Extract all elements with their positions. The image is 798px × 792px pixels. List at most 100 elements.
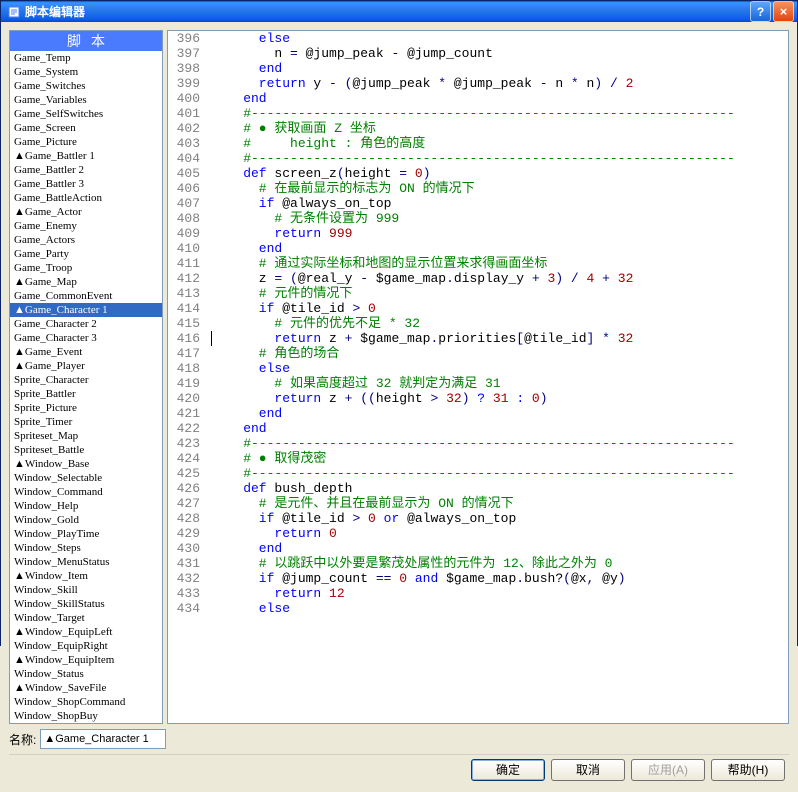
script-item[interactable]: ▲Game_Character 1 bbox=[10, 303, 162, 317]
code-line[interactable]: 421 end bbox=[168, 406, 788, 421]
script-item[interactable]: ▲Game_Event bbox=[10, 345, 162, 359]
script-item[interactable]: ▲Game_Actor bbox=[10, 205, 162, 219]
code-line[interactable]: 416 return z + $game_map.priorities[@til… bbox=[168, 331, 788, 346]
code-line[interactable]: 400 end bbox=[168, 91, 788, 106]
script-item[interactable]: Game_Character 2 bbox=[10, 317, 162, 331]
code-line[interactable]: 408 # 无条件设置为 999 bbox=[168, 211, 788, 226]
code-line[interactable]: 411 # 通过实际坐标和地图的显示位置来求得画面坐标 bbox=[168, 256, 788, 271]
code-line[interactable]: 429 return 0 bbox=[168, 526, 788, 541]
script-item[interactable]: Spriteset_Battle bbox=[10, 443, 162, 457]
code-line[interactable]: 422 end bbox=[168, 421, 788, 436]
script-item[interactable]: Window_SkillStatus bbox=[10, 597, 162, 611]
code-line[interactable]: 413 # 元件的情况下 bbox=[168, 286, 788, 301]
script-item[interactable]: Game_Switches bbox=[10, 79, 162, 93]
code-line[interactable]: 434 else bbox=[168, 601, 788, 616]
script-item[interactable]: Window_MenuStatus bbox=[10, 555, 162, 569]
script-item[interactable]: ▲Window_SaveFile bbox=[10, 681, 162, 695]
script-item[interactable]: Game_Party bbox=[10, 247, 162, 261]
script-item[interactable]: Game_Character 3 bbox=[10, 331, 162, 345]
script-item[interactable]: Window_Status bbox=[10, 667, 162, 681]
help-button[interactable]: ? bbox=[750, 1, 771, 22]
script-item[interactable]: ▲Game_Map bbox=[10, 275, 162, 289]
cancel-button[interactable]: 取消 bbox=[551, 759, 625, 781]
script-item[interactable]: Game_SelfSwitches bbox=[10, 107, 162, 121]
code-line[interactable]: 412 z = (@real_y - $game_map.display_y +… bbox=[168, 271, 788, 286]
code-line[interactable]: 409 return 999 bbox=[168, 226, 788, 241]
script-item[interactable]: Game_Enemy bbox=[10, 219, 162, 233]
script-item[interactable]: Window_Command bbox=[10, 485, 162, 499]
apply-button[interactable]: 应用(A) bbox=[631, 759, 705, 781]
code-line[interactable]: 401 #-----------------------------------… bbox=[168, 106, 788, 121]
script-item[interactable]: ▲Window_EquipLeft bbox=[10, 625, 162, 639]
script-item[interactable]: Window_Selectable bbox=[10, 471, 162, 485]
script-item[interactable]: Game_Actors bbox=[10, 233, 162, 247]
script-item[interactable]: Game_System bbox=[10, 65, 162, 79]
code-line[interactable]: 414 if @tile_id > 0 bbox=[168, 301, 788, 316]
code-line[interactable]: 418 else bbox=[168, 361, 788, 376]
script-list-header: 脚本 bbox=[10, 31, 162, 51]
code-line[interactable]: 396 else bbox=[168, 31, 788, 46]
code-line[interactable]: 404 #-----------------------------------… bbox=[168, 151, 788, 166]
code-editor[interactable]: 396 else397 n = @jump_peak - @jump_count… bbox=[167, 30, 789, 724]
code-line[interactable]: 407 if @always_on_top bbox=[168, 196, 788, 211]
script-item[interactable]: Window_ShopBuy bbox=[10, 709, 162, 723]
code-text: if @always_on_top bbox=[212, 196, 788, 211]
code-line[interactable]: 402 # ● 获取画面 Z 坐标 bbox=[168, 121, 788, 136]
script-item[interactable]: ▲Window_Base bbox=[10, 457, 162, 471]
script-list[interactable]: Game_TempGame_SystemGame_SwitchesGame_Va… bbox=[10, 51, 162, 723]
script-item[interactable]: Game_Picture bbox=[10, 135, 162, 149]
code-line[interactable]: 405 def screen_z(height = 0) bbox=[168, 166, 788, 181]
script-item[interactable]: Game_CommonEvent bbox=[10, 289, 162, 303]
code-line[interactable]: 406 # 在最前显示的标志为 ON 的情况下 bbox=[168, 181, 788, 196]
script-item[interactable]: ▲Window_EquipItem bbox=[10, 653, 162, 667]
code-line[interactable]: 433 return 12 bbox=[168, 586, 788, 601]
script-item[interactable]: Game_Variables bbox=[10, 93, 162, 107]
script-item[interactable]: Game_Screen bbox=[10, 121, 162, 135]
script-item[interactable]: Window_EquipRight bbox=[10, 639, 162, 653]
script-item[interactable]: ▲Window_Item bbox=[10, 569, 162, 583]
script-item[interactable]: Game_Troop bbox=[10, 261, 162, 275]
script-item[interactable]: Sprite_Picture bbox=[10, 401, 162, 415]
code-line[interactable]: 419 # 如果高度超过 32 就判定为满足 31 bbox=[168, 376, 788, 391]
script-item[interactable]: Spriteset_Map bbox=[10, 429, 162, 443]
code-line[interactable]: 417 # 角色的场合 bbox=[168, 346, 788, 361]
script-item[interactable]: Window_Skill bbox=[10, 583, 162, 597]
code-line[interactable]: 424 # ● 取得茂密 bbox=[168, 451, 788, 466]
code-line[interactable]: 403 # height : 角色的高度 bbox=[168, 136, 788, 151]
code-line[interactable]: 420 return z + ((height > 32) ? 31 : 0) bbox=[168, 391, 788, 406]
titlebar[interactable]: 脚本编辑器 ? × bbox=[1, 1, 797, 22]
code-line[interactable]: 398 end bbox=[168, 61, 788, 76]
script-item[interactable]: Window_Gold bbox=[10, 513, 162, 527]
name-input[interactable] bbox=[40, 729, 166, 749]
code-line[interactable]: 431 # 以跳跃中以外要是繁茂处属性的元件为 12、除此之外为 0 bbox=[168, 556, 788, 571]
script-item[interactable]: Window_Help bbox=[10, 499, 162, 513]
code-line[interactable]: 423 #-----------------------------------… bbox=[168, 436, 788, 451]
script-item[interactable]: Window_Target bbox=[10, 611, 162, 625]
script-item[interactable]: Game_Battler 2 bbox=[10, 163, 162, 177]
script-item[interactable]: ▲Game_Player bbox=[10, 359, 162, 373]
script-item[interactable]: Window_ShopCommand bbox=[10, 695, 162, 709]
code-line[interactable]: 427 # 是元件、并且在最前显示为 ON 的情况下 bbox=[168, 496, 788, 511]
app-icon bbox=[7, 5, 21, 19]
script-item[interactable]: Window_PlayTime bbox=[10, 527, 162, 541]
script-item[interactable]: Game_Battler 3 bbox=[10, 177, 162, 191]
code-line[interactable]: 425 #-----------------------------------… bbox=[168, 466, 788, 481]
code-line[interactable]: 426 def bush_depth bbox=[168, 481, 788, 496]
script-item[interactable]: Sprite_Timer bbox=[10, 415, 162, 429]
code-line[interactable]: 430 end bbox=[168, 541, 788, 556]
script-item[interactable]: Window_Steps bbox=[10, 541, 162, 555]
script-item[interactable]: Sprite_Battler bbox=[10, 387, 162, 401]
script-item[interactable]: Game_Temp bbox=[10, 51, 162, 65]
code-line[interactable]: 397 n = @jump_peak - @jump_count bbox=[168, 46, 788, 61]
code-line[interactable]: 432 if @jump_count == 0 and $game_map.bu… bbox=[168, 571, 788, 586]
script-item[interactable]: Game_BattleAction bbox=[10, 191, 162, 205]
ok-button[interactable]: 确定 bbox=[471, 759, 545, 781]
close-button[interactable]: × bbox=[773, 1, 794, 22]
script-item[interactable]: Sprite_Character bbox=[10, 373, 162, 387]
help-dialog-button[interactable]: 帮助(H) bbox=[711, 759, 785, 781]
code-line[interactable]: 428 if @tile_id > 0 or @always_on_top bbox=[168, 511, 788, 526]
script-item[interactable]: ▲Game_Battler 1 bbox=[10, 149, 162, 163]
code-line[interactable]: 399 return y - (@jump_peak * @jump_peak … bbox=[168, 76, 788, 91]
code-line[interactable]: 410 end bbox=[168, 241, 788, 256]
code-line[interactable]: 415 # 元件的优先不足 * 32 bbox=[168, 316, 788, 331]
